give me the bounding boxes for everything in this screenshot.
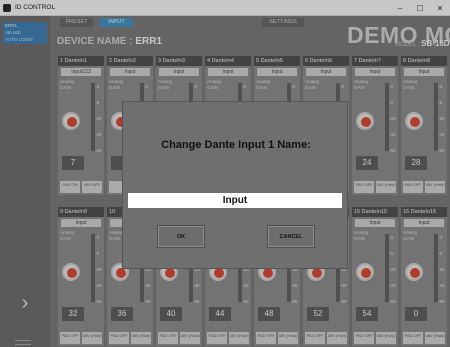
cancel-button[interactable]: CANCEL	[267, 225, 315, 248]
rename-dialog: Change Dante Input 1 Name: OK CANCEL	[122, 101, 348, 269]
ok-button[interactable]: OK	[157, 225, 205, 248]
name-input[interactable]	[128, 193, 342, 208]
dialog-title: Change Dante Input 1 Name:	[161, 139, 311, 151]
